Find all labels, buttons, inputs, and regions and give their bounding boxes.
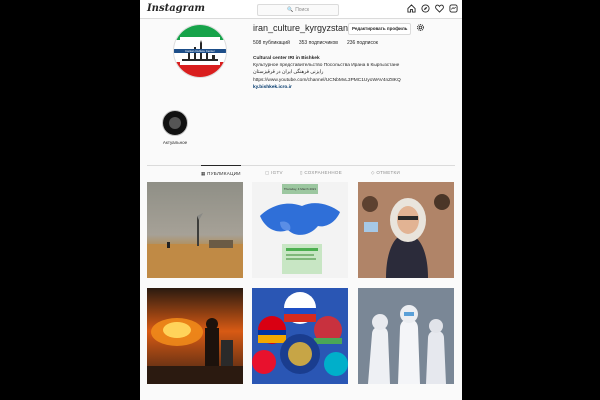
instagram-profile-window: Instagram 🔍 Поиск Iranian Culture Center …: [140, 0, 462, 400]
bio-line-3: https://www.youtube.com/channel/UCNbMvL3…: [253, 77, 401, 83]
profile-username: iran_culture_kyrgyzstan: [253, 23, 349, 33]
tab-igtv[interactable]: ▢ IGTV: [265, 170, 283, 176]
post-thumbnail[interactable]: [358, 288, 454, 384]
map-poster-image: Thursday, 4 March 2021: [252, 182, 348, 278]
post-thumbnail[interactable]: [358, 182, 454, 278]
post-thumbnail[interactable]: [147, 182, 243, 278]
woman-hijab-image: [358, 182, 454, 278]
followers-count[interactable]: 353 подписчиков: [299, 40, 338, 46]
tab-posts[interactable]: ▦ ПУБЛИКАЦИИ: [201, 165, 241, 177]
gear-icon[interactable]: [416, 23, 425, 32]
tab-posts-label: ПУБЛИКАЦИИ: [207, 171, 241, 176]
website-link[interactable]: ky.bishkek.icro.ir: [253, 84, 453, 91]
story-highlight[interactable]: Актуальное: [161, 110, 189, 145]
tab-tagged[interactable]: ◇ ОТМЕТКИ: [371, 170, 400, 176]
profile-stats: 508 публикаций 353 подписчиков 236 подпи…: [253, 40, 378, 46]
post-thumbnail[interactable]: [147, 288, 243, 384]
profile-bio: Cultural center IRI in Bishkek Культурно…: [253, 55, 453, 91]
instagram-logo[interactable]: Instagram: [147, 3, 205, 14]
bio-line-2: رایزنی فرهنگی ایران در قرقیزستان: [253, 70, 324, 76]
home-icon[interactable]: [407, 4, 416, 13]
search-icon: 🔍: [286, 7, 294, 13]
profile-tabs: ▦ ПУБЛИКАЦИИ ▢ IGTV ▯ СОХРАНЕННОЕ ◇ ОТМЕ…: [147, 165, 455, 181]
highlight-label: Актуальное: [162, 140, 188, 145]
post-thumbnail[interactable]: [252, 288, 348, 384]
flags-circle-image: [252, 292, 348, 376]
following-count[interactable]: 236 подписок: [347, 40, 378, 46]
top-navigation-bar: Instagram 🔍 Поиск: [140, 0, 462, 19]
nav-icons: [407, 4, 458, 13]
fire-scene-image: [147, 318, 243, 384]
bio-line-1: Культурное представительство Посольства …: [253, 63, 400, 69]
search-placeholder: Поиск: [295, 7, 310, 13]
tab-saved[interactable]: ▯ СОХРАНЕННОЕ: [300, 170, 342, 176]
desert-scene-image: [147, 213, 243, 278]
posts-count: 508 публикаций: [253, 40, 290, 46]
medical-workers-image: [358, 288, 454, 384]
tab-saved-label: СОХРАНЕННОЕ: [304, 170, 343, 175]
compass-icon[interactable]: [421, 4, 430, 13]
messenger-icon[interactable]: [449, 4, 458, 13]
search-input[interactable]: 🔍 Поиск: [257, 4, 339, 16]
profile-display-name: Cultural center IRI in Bishkek: [253, 56, 320, 61]
post-thumbnail[interactable]: Thursday, 4 March 2021: [252, 182, 348, 278]
tab-tagged-label: ОТМЕТКИ: [376, 170, 401, 175]
profile-avatar[interactable]: Iranian Culture Center: [173, 24, 227, 78]
edit-profile-button[interactable]: Редактировать профиль: [348, 23, 412, 35]
tab-igtv-label: IGTV: [271, 170, 283, 175]
highlight-cover: [162, 110, 188, 136]
heart-icon[interactable]: [435, 4, 444, 13]
avatar-caption: Iranian Culture Center: [174, 49, 226, 53]
poster-date-text: Thursday, 4 March 2021: [284, 187, 317, 191]
